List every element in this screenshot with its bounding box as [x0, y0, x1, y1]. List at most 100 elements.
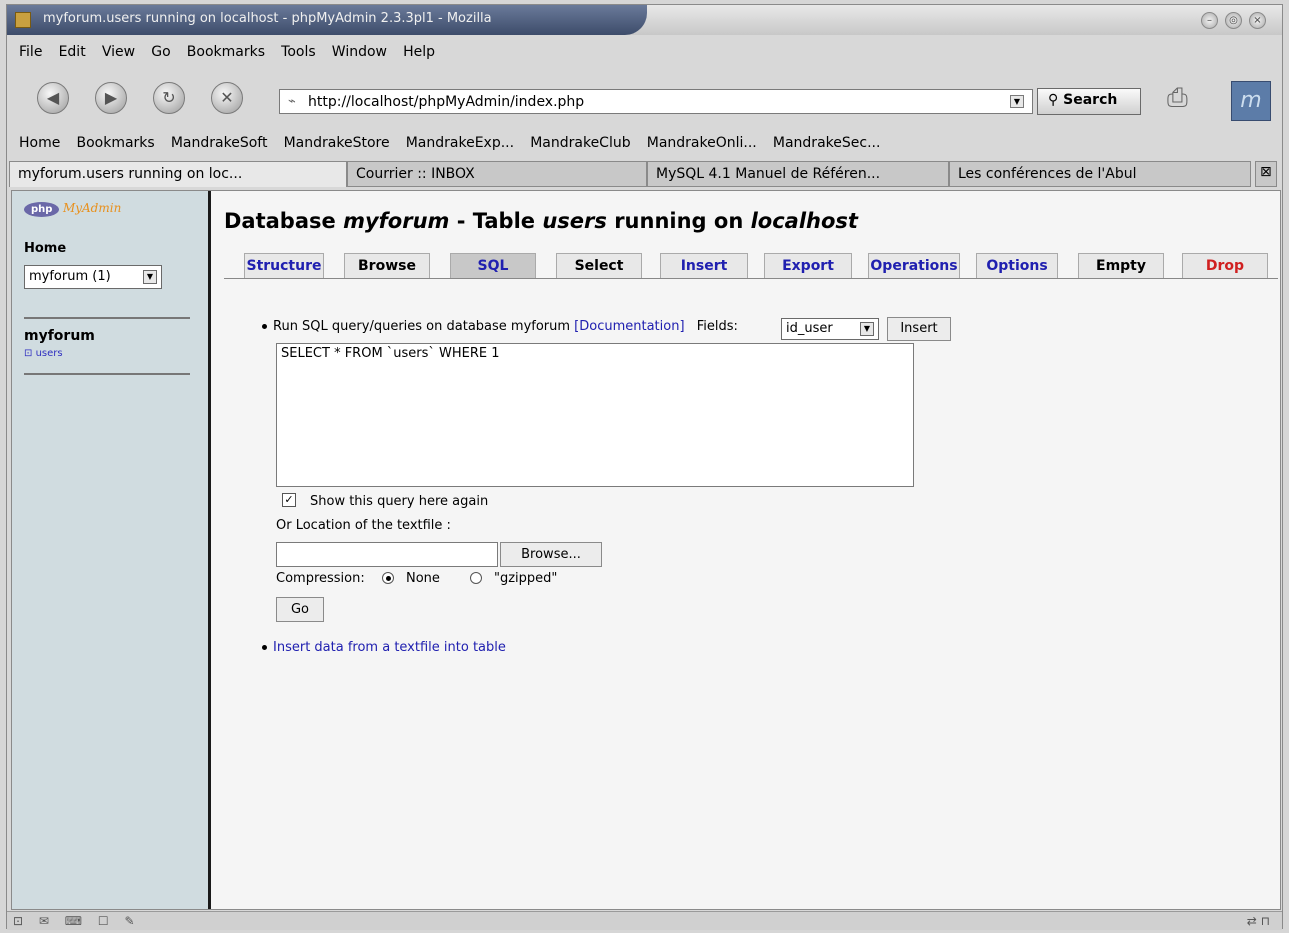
browser-tab-label: Courrier :: INBOX [356, 166, 475, 182]
run-sql-line: Run SQL query/queries on database myforu… [262, 319, 738, 334]
connection-status-icon: ⇄ ⊓ [1246, 914, 1270, 928]
menu-bookmarks[interactable]: Bookmarks [187, 44, 265, 60]
phpmyadmin-logo[interactable]: php MyAdmin [24, 201, 121, 217]
maximize-icon[interactable]: ◎ [1225, 12, 1242, 29]
bookmark-mandrakesoft[interactable]: MandrakeSoft [171, 135, 268, 151]
browser-tab-label: MySQL 4.1 Manuel de Référen... [656, 166, 881, 182]
bookmark-bookmarks[interactable]: Bookmarks [76, 135, 154, 151]
compression-label: Compression: [276, 571, 365, 586]
browser-tab-mysql[interactable]: MySQL 4.1 Manuel de Référen... [647, 161, 949, 187]
menu-file[interactable]: File [19, 44, 42, 60]
insert-field-button[interactable]: Insert [887, 317, 951, 341]
forward-icon[interactable]: ▶ [95, 82, 127, 114]
bookmark-mandrakeonli[interactable]: MandrakeOnli... [647, 135, 757, 151]
fields-select-value: id_user [786, 321, 833, 336]
show-query-label: Show this query here again [310, 494, 489, 509]
browser-tab-courrier[interactable]: Courrier :: INBOX [347, 161, 647, 187]
database-name-link[interactable]: myforum [24, 328, 95, 344]
close-tab-icon[interactable]: ⊠ [1255, 161, 1277, 187]
minimize-icon[interactable]: – [1201, 12, 1218, 29]
stop-icon[interactable]: ✕ [211, 82, 243, 114]
compression-gzipped-radio[interactable] [470, 572, 482, 584]
url-value: http://localhost/phpMyAdmin/index.php [308, 94, 585, 110]
browser-tab-myforum[interactable]: myforum.users running on loc... [9, 161, 347, 187]
tab-empty[interactable]: Empty [1078, 253, 1164, 279]
tab-export[interactable]: Export [764, 253, 852, 279]
table-link-users[interactable]: ⊡ users [24, 348, 63, 359]
menu-edit[interactable]: Edit [59, 44, 86, 60]
chevron-down-icon: ▼ [143, 270, 157, 284]
chevron-down-icon: ▼ [860, 322, 874, 336]
search-button[interactable]: ⚲ Search [1037, 88, 1141, 115]
tab-options[interactable]: Options [976, 253, 1058, 279]
page-content: php MyAdmin Home myforum (1) ▼ myforum ⊡… [11, 190, 1281, 910]
location-label: Or Location of the textfile : [276, 518, 451, 533]
tab-browse[interactable]: Browse [344, 253, 430, 279]
title-text: Database [224, 209, 344, 233]
status-bar: ⊡ ✉ ⌨ ☐ ✎ ⇄ ⊓ [7, 911, 1282, 930]
compression-none-radio[interactable] [382, 572, 394, 584]
compression-none-label: None [406, 571, 440, 586]
window-title: myforum.users running on localhost - php… [43, 11, 492, 26]
fields-select[interactable]: id_user ▼ [781, 318, 879, 340]
menu-help[interactable]: Help [403, 44, 435, 60]
bullet-icon [262, 645, 267, 650]
browser-tab-abul[interactable]: Les conférences de l'Abul [949, 161, 1251, 187]
browser-tab-label: myforum.users running on loc... [18, 166, 243, 182]
divider [24, 317, 190, 319]
reload-icon[interactable]: ↻ [153, 82, 185, 114]
logo-php: php [24, 202, 60, 217]
menu-bar: File Edit View Go Bookmarks Tools Window… [7, 38, 1282, 66]
bookmark-home[interactable]: Home [19, 135, 60, 151]
documentation-link[interactable]: [Documentation] [574, 319, 684, 334]
insert-textfile-link[interactable]: Insert data from a textfile into table [273, 640, 506, 655]
title-tab: myforum.users running on localhost - php… [7, 5, 647, 35]
table-icon: ⊡ [24, 348, 36, 359]
textfile-input[interactable] [276, 542, 498, 567]
tab-insert[interactable]: Insert [660, 253, 748, 279]
title-db: myforum [343, 209, 450, 233]
page-title: Database myforum - Table users running o… [224, 209, 858, 233]
tab-structure[interactable]: Structure [244, 253, 324, 279]
title-host: localhost [750, 209, 858, 233]
menu-window[interactable]: Window [332, 44, 387, 60]
tab-operations[interactable]: Operations [868, 253, 960, 279]
bullet-icon [262, 324, 267, 329]
menu-go[interactable]: Go [151, 44, 170, 60]
table-link-label: users [35, 348, 63, 359]
mozilla-icon [15, 12, 31, 28]
bookmark-mandrakestore[interactable]: MandrakeStore [284, 135, 390, 151]
url-input[interactable]: ⌁ http://localhost/phpMyAdmin/index.php … [279, 89, 1033, 114]
search-icon: ⚲ [1048, 92, 1059, 108]
url-dropdown-icon[interactable]: ▼ [1010, 95, 1024, 108]
menu-view[interactable]: View [102, 44, 135, 60]
sql-query-textarea[interactable]: SELECT * FROM `users` WHERE 1 [276, 343, 914, 487]
status-component-icons[interactable]: ⊡ ✉ ⌨ ☐ ✎ [13, 914, 141, 928]
tab-select[interactable]: Select [556, 253, 642, 279]
tab-drop[interactable]: Drop [1182, 253, 1268, 279]
page-icon: ⌁ [288, 94, 296, 109]
tabs-divider [224, 278, 1278, 279]
tab-sql[interactable]: SQL [450, 253, 536, 279]
navigation-toolbar: ◀ ▶ ↻ ✕ ⌁ http://localhost/phpMyAdmin/in… [7, 71, 1282, 127]
bookmark-mandrakesec[interactable]: MandrakeSec... [773, 135, 881, 151]
browse-button[interactable]: Browse... [500, 542, 602, 567]
bookmark-mandrakeexp[interactable]: MandrakeExp... [406, 135, 514, 151]
mozilla-throbber-icon[interactable]: m [1231, 81, 1271, 121]
title-text: running on [606, 209, 751, 233]
divider [24, 373, 190, 375]
run-sql-text: Run SQL query/queries on database myforu… [273, 319, 575, 334]
show-query-checkbox[interactable]: ✓ [282, 493, 296, 507]
back-icon[interactable]: ◀ [37, 82, 69, 114]
insert-textfile-line: Insert data from a textfile into table [262, 640, 506, 655]
print-icon[interactable]: ⎙ [1167, 83, 1213, 117]
bookmark-mandrakeclub[interactable]: MandrakeClub [530, 135, 630, 151]
go-button[interactable]: Go [276, 597, 324, 622]
bookmarks-bar: Home Bookmarks MandrakeSoft MandrakeStor… [7, 131, 1282, 157]
home-link[interactable]: Home [24, 241, 66, 256]
menu-tools[interactable]: Tools [281, 44, 316, 60]
main-frame: Database myforum - Table users running o… [214, 191, 1280, 909]
database-select[interactable]: myforum (1) ▼ [24, 265, 162, 289]
fields-label: Fields: [696, 319, 738, 334]
close-icon[interactable]: × [1249, 12, 1266, 29]
